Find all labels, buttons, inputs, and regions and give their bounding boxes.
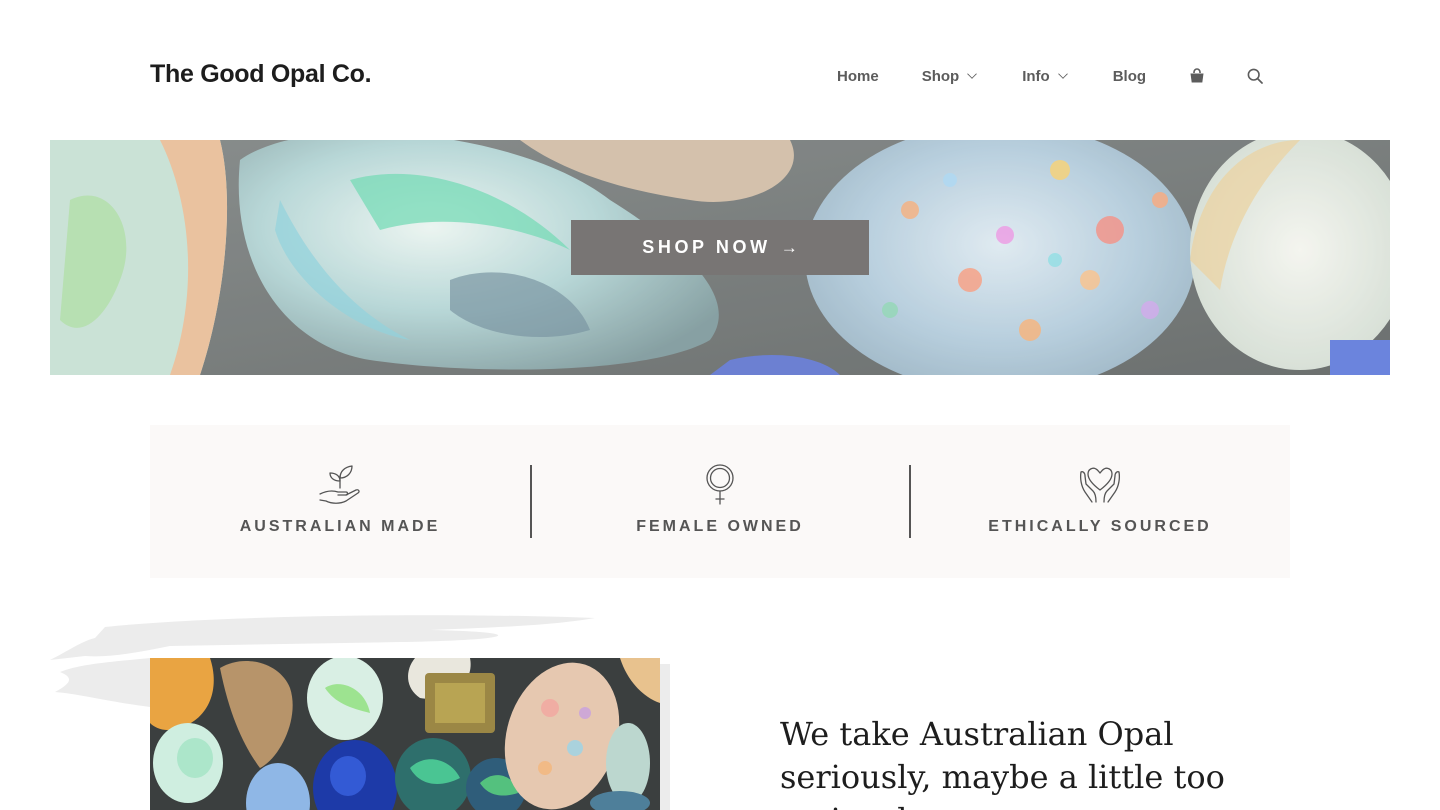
feature-label: AUSTRALIAN MADE <box>239 518 441 535</box>
opals-photo <box>150 658 660 810</box>
nav-shop[interactable]: Shop <box>922 68 977 85</box>
features-band: AUSTRALIAN MADE FEMALE OWNED ETHICALLY S… <box>150 425 1290 578</box>
nav-blog-label: Blog <box>1112 67 1147 85</box>
site-logo[interactable]: The Good Opal Co. <box>150 60 372 89</box>
feature-australian-made: AUSTRALIAN MADE <box>150 425 530 578</box>
nav-shop-label: Shop <box>921 67 960 85</box>
nav-blog[interactable]: Blog <box>1113 68 1146 85</box>
shop-now-label: SHOP NOW <box>642 237 771 257</box>
arrow-right-icon: → <box>780 237 798 257</box>
heart-hands-icon <box>1079 467 1121 503</box>
nav-home[interactable]: Home <box>837 68 879 85</box>
search-button[interactable] <box>1247 68 1264 85</box>
site-header: The Good Opal Co. Home Shop Info Blog <box>0 0 1440 140</box>
nav-info[interactable]: Info <box>1022 67 1068 85</box>
nav-home-label: Home <box>837 67 879 85</box>
feature-label: FEMALE OWNED <box>636 518 804 535</box>
chevron-down-icon <box>1057 69 1068 79</box>
feature-female-owned: FEMALE OWNED <box>530 425 910 578</box>
intro-headline: We take Australian Opal seriously, maybe… <box>780 715 1225 810</box>
shop-now-button[interactable]: SHOP NOW → <box>571 220 869 275</box>
shopping-bag-icon <box>1190 68 1204 83</box>
search-icon <box>1247 68 1263 84</box>
main-nav: Home Shop Info Blog <box>837 64 1264 88</box>
nav-info-label: Info <box>1022 67 1050 85</box>
hero-banner: SHOP NOW → <box>50 140 1390 375</box>
feature-label: ETHICALLY SOURCED <box>988 518 1212 535</box>
cart-button[interactable] <box>1189 67 1205 85</box>
female-symbol-icon <box>706 464 734 505</box>
seedling-hand-icon <box>319 465 360 504</box>
chevron-down-icon <box>967 69 977 79</box>
feature-ethically-sourced: ETHICALLY SOURCED <box>910 425 1290 578</box>
opals-photo-image <box>150 658 660 810</box>
